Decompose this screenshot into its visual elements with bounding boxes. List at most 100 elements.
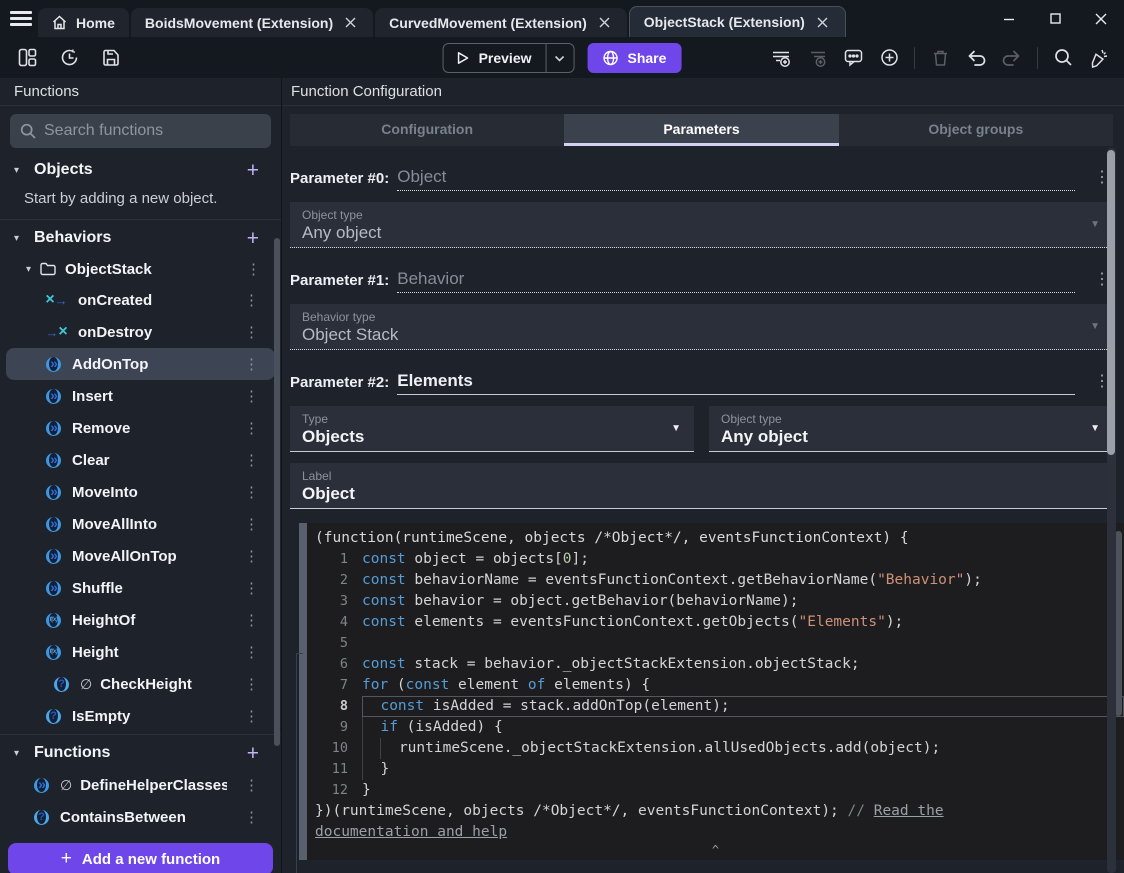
project-tab[interactable]: BoidsMovement (Extension)	[130, 8, 374, 37]
undo-icon[interactable]	[961, 43, 991, 73]
sidebar-item-containsbetween[interactable]: ? ContainsBetween ⋮	[6, 801, 275, 833]
configuration-tabs: Configuration Parameters Object groups	[290, 114, 1113, 146]
tab-configuration[interactable]: Configuration	[290, 114, 565, 146]
code-token: behaviorName = eventsFunctionContext.get…	[405, 572, 878, 588]
input-label[interactable]: Label Object	[290, 463, 1113, 509]
sidebar-item-moveinto[interactable]: » MoveInto ⋮	[6, 476, 275, 508]
close-tab-icon[interactable]	[596, 15, 613, 30]
redo-icon[interactable]	[997, 43, 1027, 73]
kebab-menu-icon[interactable]: ⋮	[238, 451, 265, 469]
sidebar-item-clear[interactable]: » Clear ⋮	[6, 444, 275, 476]
sidebar-item-label: AddOnTop	[72, 355, 149, 373]
sidebar-item-moveallontop[interactable]: » MoveAllOnTop ⋮	[6, 540, 275, 572]
add-object-button[interactable]: +	[239, 160, 267, 181]
sidebar-item-label: MoveInto	[72, 483, 138, 501]
javascript-code-editor[interactable]: (function(runtimeScene, objects /*Object…	[307, 523, 1124, 860]
documentation-link[interactable]: documentation and help	[315, 824, 507, 840]
private-icon: ∅	[60, 776, 73, 793]
maximize-button[interactable]	[1032, 0, 1078, 37]
behavior-folder-objectstack[interactable]: ▾ ObjectStack ⋮	[0, 254, 281, 284]
functions-section-header[interactable]: ▾ Functions +	[0, 737, 281, 769]
sidebar-scrollbar[interactable]	[274, 238, 280, 746]
dropdown-arrow-icon: ▼	[1090, 321, 1100, 332]
chevron-down-icon[interactable]: ▾	[14, 165, 24, 176]
sidebar-item-shuffle[interactable]: » Shuffle ⋮	[6, 572, 275, 604]
kebab-menu-icon[interactable]: ⋮	[238, 483, 265, 501]
code-token: of	[527, 677, 546, 693]
add-other-icon[interactable]	[874, 43, 904, 73]
kebab-menu-icon[interactable]: ⋮	[238, 547, 265, 565]
field-value: Any object	[721, 427, 808, 446]
sidebar-item-remove[interactable]: » Remove ⋮	[6, 412, 275, 444]
project-tab[interactable]: CurvedMovement (Extension)	[375, 8, 627, 37]
functions-sidebar: Functions ▾ Objects + Start by adding a …	[0, 78, 282, 873]
objects-section-header[interactable]: ▾ Objects +	[0, 154, 281, 186]
share-button[interactable]: Share	[587, 43, 682, 73]
edit-magic-icon[interactable]	[1084, 43, 1114, 73]
kebab-menu-icon[interactable]: ⋮	[238, 291, 265, 309]
kebab-menu-icon[interactable]: ⋮	[238, 419, 265, 437]
history-icon[interactable]	[54, 43, 84, 73]
sidebar-item-ondestroy[interactable]: → × onDestroy ⋮	[6, 316, 275, 348]
sidebar-item-insert[interactable]: » Insert ⋮	[6, 380, 275, 412]
kebab-menu-icon[interactable]: ⋮	[238, 515, 265, 533]
sidebar-item-isempty[interactable]: ? IsEmpty ⋮	[6, 700, 275, 732]
kebab-menu-icon[interactable]: ⋮	[238, 707, 265, 725]
add-new-function-button[interactable]: + Add a new function	[8, 843, 273, 873]
chevron-down-icon[interactable]: ▾	[14, 748, 24, 759]
tab-parameters[interactable]: Parameters	[564, 114, 839, 146]
add-function-plus-button[interactable]: +	[239, 743, 267, 764]
kebab-menu-icon[interactable]: ⋮	[238, 643, 265, 661]
tab-object-groups[interactable]: Object groups	[838, 114, 1113, 146]
open-panels-icon[interactable]	[12, 43, 42, 73]
kebab-menu-icon[interactable]: ⋮	[238, 323, 265, 341]
parameter-name-input[interactable]	[397, 269, 1075, 293]
add-event-icon[interactable]	[766, 43, 796, 73]
fold-hint-caret[interactable]: ^	[307, 843, 1124, 857]
sidebar-item-height[interactable]: f(x) Height ⋮	[6, 636, 275, 668]
parameter-name-input[interactable]	[397, 371, 1075, 395]
editor-scrollbar[interactable]	[1115, 531, 1122, 716]
close-tab-icon[interactable]	[342, 15, 359, 30]
sidebar-item-definehelperclasses[interactable]: » ∅ DefineHelperClasses ⋮	[6, 769, 275, 801]
chevron-down-icon[interactable]: ▾	[14, 233, 24, 244]
sidebar-item-oncreated[interactable]: × → onCreated ⋮	[6, 284, 275, 316]
kebab-menu-icon[interactable]: ⋮	[238, 808, 265, 826]
select-object-type[interactable]: Object type Any object ▼	[709, 406, 1113, 452]
search-icon[interactable]	[1048, 43, 1078, 73]
kebab-menu-icon[interactable]: ⋮	[238, 675, 265, 693]
close-window-button[interactable]	[1078, 0, 1124, 37]
delete-icon[interactable]	[925, 43, 955, 73]
main-menu-icon[interactable]	[10, 11, 32, 26]
parameter-name-input[interactable]	[397, 167, 1075, 191]
kebab-menu-icon[interactable]: ⋮	[240, 260, 267, 278]
main-scrollbar-thumb[interactable]	[1107, 150, 1115, 455]
select-type[interactable]: Type Objects ▼	[290, 406, 694, 452]
kebab-menu-icon[interactable]: ⋮	[238, 355, 265, 373]
add-subevent-icon[interactable]	[802, 43, 832, 73]
kebab-menu-icon[interactable]: ⋮	[238, 611, 265, 629]
sidebar-item-heightof[interactable]: f(x) HeightOf ⋮	[6, 604, 275, 636]
behaviors-section-header[interactable]: ▾ Behaviors +	[0, 222, 281, 254]
sidebar-item-checkheight[interactable]: ? ∅ CheckHeight ⋮	[6, 668, 275, 700]
documentation-link[interactable]: Read the	[874, 803, 944, 819]
project-tab[interactable]: Home	[38, 8, 129, 37]
action-function-icon: »	[46, 356, 61, 372]
preview-button[interactable]: Preview	[442, 43, 575, 73]
kebab-menu-icon[interactable]: ⋮	[238, 387, 265, 405]
minimize-button[interactable]	[986, 0, 1032, 37]
kebab-menu-icon[interactable]: ⋮	[238, 776, 265, 794]
close-tab-icon[interactable]	[814, 15, 831, 30]
sidebar-item-moveallinto[interactable]: » MoveAllInto ⋮	[6, 508, 275, 540]
save-icon[interactable]	[96, 43, 126, 73]
preview-options-chevron[interactable]	[545, 44, 574, 72]
add-comment-icon[interactable]	[838, 43, 868, 73]
action-function-icon: »	[46, 420, 61, 436]
sidebar-item-addontop[interactable]: » AddOnTop ⋮	[6, 348, 275, 380]
search-functions-box[interactable]	[10, 114, 271, 148]
add-behavior-button[interactable]: +	[239, 228, 267, 249]
project-tab[interactable]: ObjectStack (Extension)	[628, 6, 846, 37]
chevron-down-icon[interactable]: ▾	[26, 264, 31, 275]
search-functions-input[interactable]	[44, 122, 261, 140]
kebab-menu-icon[interactable]: ⋮	[238, 579, 265, 597]
